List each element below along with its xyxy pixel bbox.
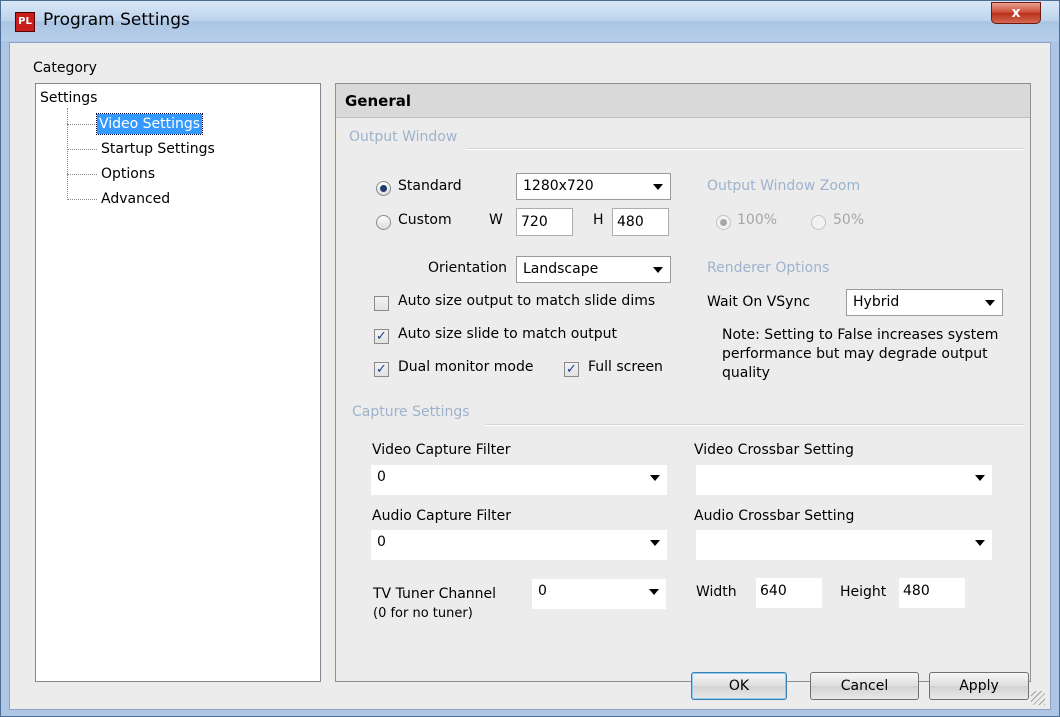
audio-capture-filter-dropdown[interactable]: 0: [371, 530, 667, 560]
resize-grip-icon[interactable]: [1031, 691, 1045, 705]
auto-size-slide-checkbox[interactable]: ✓: [374, 329, 389, 344]
chevron-down-icon: [649, 589, 659, 595]
width-w-label: W: [489, 212, 503, 228]
tree-item-startup-settings[interactable]: Startup Settings: [99, 139, 217, 159]
auto-size-output-label: Auto size output to match slide dims: [398, 293, 656, 309]
zoom-100-label: 100%: [737, 212, 778, 228]
dual-monitor-checkbox[interactable]: ✓: [374, 362, 389, 377]
custom-height-input[interactable]: 480: [612, 208, 669, 236]
tree-connector: [67, 149, 97, 150]
auto-size-output-checkbox[interactable]: [374, 296, 389, 311]
custom-radio[interactable]: [376, 215, 391, 230]
orientation-value: Landscape: [523, 261, 599, 277]
ok-button[interactable]: OK: [691, 672, 787, 700]
tv-tuner-channel-value: 0: [538, 583, 547, 599]
tree-connector: [67, 108, 68, 200]
video-crossbar-dropdown[interactable]: [696, 465, 992, 495]
chevron-down-icon: [653, 184, 663, 190]
auto-size-slide-label: Auto size slide to match output: [398, 326, 617, 342]
chevron-down-icon: [650, 475, 660, 481]
audio-capture-filter-label: Audio Capture Filter: [372, 508, 512, 524]
tree-connector: [67, 199, 97, 200]
zoom-group-title: Output Window Zoom: [707, 178, 861, 194]
chevron-down-icon: [650, 540, 660, 546]
orientation-dropdown[interactable]: Landscape: [516, 256, 671, 283]
tv-tuner-label: TV Tuner Channel: [373, 586, 497, 602]
chevron-down-icon: [975, 540, 985, 546]
full-screen-checkbox[interactable]: ✓: [564, 362, 579, 377]
window-title: Program Settings: [43, 10, 190, 30]
chevron-down-icon: [985, 300, 995, 306]
tree-item-options[interactable]: Options: [99, 164, 157, 184]
zoom-100-radio[interactable]: [716, 215, 731, 230]
height-h-label: H: [593, 212, 604, 228]
vsync-note: Note: Setting to False increases system …: [722, 327, 999, 381]
chevron-down-icon: [975, 475, 985, 481]
vsync-value: Hybrid: [853, 294, 900, 310]
category-label: Category: [33, 60, 97, 76]
title-bar[interactable]: PL Program Settings x: [1, 1, 1059, 41]
tv-tuner-sublabel: (0 for no tuner): [373, 606, 473, 621]
program-settings-window: PL Program Settings x Category Settings …: [0, 0, 1060, 717]
custom-label: Custom: [398, 212, 452, 228]
capture-height-input[interactable]: 480: [899, 578, 965, 608]
resolution-value: 1280x720: [523, 178, 594, 194]
capture-group-title: Capture Settings: [352, 404, 470, 420]
apply-button[interactable]: Apply: [929, 672, 1029, 700]
capture-width-label: Width: [696, 584, 737, 600]
panel-header: General: [336, 84, 1030, 118]
orientation-label: Orientation: [428, 260, 508, 276]
close-button[interactable]: x: [991, 2, 1041, 24]
category-tree[interactable]: Settings Video Settings Startup Settings…: [35, 83, 321, 682]
app-logo-icon: PL: [15, 12, 35, 32]
tree-item-advanced[interactable]: Advanced: [99, 189, 172, 209]
tree-item-video-settings[interactable]: Video Settings: [95, 113, 204, 135]
standard-radio[interactable]: [376, 181, 391, 196]
tree-connector: [67, 174, 97, 175]
standard-label: Standard: [398, 178, 462, 194]
full-screen-label: Full screen: [588, 359, 663, 375]
resolution-dropdown[interactable]: 1280x720: [516, 173, 671, 200]
vsync-dropdown[interactable]: Hybrid: [846, 289, 1003, 316]
divider: [486, 424, 1024, 426]
dual-monitor-label: Dual monitor mode: [398, 359, 534, 375]
tv-tuner-channel-dropdown[interactable]: 0: [532, 579, 666, 609]
tree-root-settings[interactable]: Settings: [38, 88, 99, 108]
chevron-down-icon: [653, 267, 663, 273]
video-capture-filter-dropdown[interactable]: 0: [371, 465, 667, 495]
audio-crossbar-dropdown[interactable]: [696, 530, 992, 560]
zoom-50-label: 50%: [833, 212, 865, 228]
tree-connector: [67, 124, 97, 125]
cancel-button[interactable]: Cancel: [810, 672, 919, 700]
zoom-50-radio[interactable]: [811, 215, 826, 230]
video-crossbar-label: Video Crossbar Setting: [694, 442, 854, 458]
video-capture-filter-label: Video Capture Filter: [372, 442, 511, 458]
video-capture-filter-value: 0: [377, 469, 386, 485]
audio-crossbar-label: Audio Crossbar Setting: [694, 508, 855, 524]
capture-width-input[interactable]: 640: [756, 578, 822, 608]
output-window-group-title: Output Window: [349, 129, 458, 145]
capture-height-label: Height: [840, 584, 887, 600]
vsync-label: Wait On VSync: [707, 294, 811, 310]
audio-capture-filter-value: 0: [377, 534, 386, 550]
custom-width-input[interactable]: 720: [516, 208, 573, 236]
settings-panel: General Output Window Standard 1280x720 …: [335, 83, 1031, 682]
renderer-group-title: Renderer Options: [707, 260, 830, 276]
divider: [466, 148, 1024, 150]
